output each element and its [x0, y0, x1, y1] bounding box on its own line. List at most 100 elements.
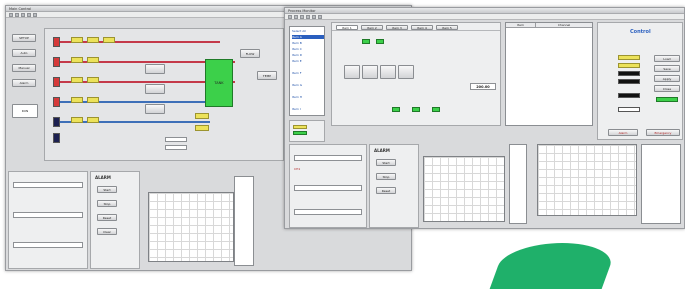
back-trend-graph[interactable]	[148, 192, 234, 262]
valve-icon[interactable]	[53, 117, 60, 127]
toolbar-icon[interactable]	[27, 12, 31, 17]
input-field[interactable]	[294, 185, 362, 191]
tab-item-5[interactable]: Item 5	[436, 25, 458, 30]
list-item[interactable]: Item I	[292, 107, 301, 111]
module-box[interactable]	[344, 65, 360, 79]
list-item[interactable]: Item B	[292, 41, 302, 45]
flow-readout	[71, 37, 83, 43]
module-box[interactable]	[145, 84, 165, 94]
toolbar-icon[interactable]	[33, 12, 37, 17]
list-item[interactable]: Select All	[292, 29, 306, 33]
load-button[interactable]: Load	[654, 55, 680, 62]
front-window: Process Monitor Select All Item A Item B…	[284, 7, 685, 229]
item-list[interactable]: Select All Item A Item B Item C Item D I…	[289, 26, 325, 116]
readout-field: 200.00	[470, 83, 496, 90]
right-data-table	[641, 144, 681, 224]
input-field[interactable]	[294, 209, 362, 215]
toolbar-icon[interactable]	[306, 14, 310, 19]
flow-readout	[87, 97, 99, 103]
temp-box[interactable]: TEMP	[257, 71, 277, 80]
save-button[interactable]: Save	[654, 65, 680, 72]
tank-icon[interactable]: TANK	[205, 59, 233, 107]
input-field[interactable]	[13, 182, 83, 188]
front-data-table	[509, 144, 527, 224]
toolbar-icon[interactable]	[300, 14, 304, 19]
status-indicator	[618, 63, 640, 68]
valve-icon[interactable]	[53, 57, 60, 67]
flow-readout	[87, 117, 99, 123]
toolbar-icon[interactable]	[318, 14, 322, 19]
front-window-title: Process Monitor	[288, 8, 316, 13]
back-bottom-left	[8, 171, 88, 269]
front-bottom-left: CH1	[289, 144, 367, 228]
list-item[interactable]: Item F	[292, 71, 302, 75]
list-item[interactable]: Item H	[292, 95, 302, 99]
emergency-button[interactable]: Emergency	[646, 129, 680, 136]
reset-button[interactable]: Reset	[376, 187, 396, 194]
alarm-title: ALARM	[374, 148, 390, 153]
toolbar-icon[interactable]	[294, 14, 298, 19]
tab-item-3[interactable]: Item 3	[386, 25, 408, 30]
alarm-button[interactable]: Alarm	[12, 79, 36, 87]
stop-button[interactable]: Stop	[97, 200, 117, 207]
module-box[interactable]	[145, 104, 165, 114]
start-button[interactable]: Start	[376, 159, 396, 166]
toolbar-icon[interactable]	[312, 14, 316, 19]
flow-readout	[71, 117, 83, 123]
flow-readout	[195, 113, 209, 119]
valve-icon[interactable]	[53, 133, 60, 143]
apply-button[interactable]: Apply	[654, 75, 680, 82]
module-box[interactable]	[145, 64, 165, 74]
status-indicator	[293, 131, 307, 135]
flow-box[interactable]: FLOW	[240, 49, 260, 58]
input-field[interactable]	[13, 242, 83, 248]
valve-icon[interactable]	[53, 77, 60, 87]
module-box[interactable]	[362, 65, 378, 79]
status-box: RUN	[12, 104, 38, 118]
toolbar-icon[interactable]	[21, 12, 25, 17]
toolbar-icon[interactable]	[288, 14, 292, 19]
reset-button[interactable]: Reset	[97, 214, 117, 221]
clear-button[interactable]: Clear	[97, 228, 117, 235]
list-item[interactable]: Item G	[292, 83, 302, 87]
channel-table: Item Channel	[505, 22, 593, 126]
valve-icon[interactable]	[53, 97, 60, 107]
value-field[interactable]	[165, 137, 187, 142]
flow-readout	[71, 97, 83, 103]
module-box[interactable]	[398, 65, 414, 79]
value-field[interactable]	[165, 145, 187, 150]
status-indicator	[656, 97, 678, 102]
tab-item-2[interactable]: Item 2	[361, 25, 383, 30]
manual-button[interactable]: Manual	[12, 64, 36, 72]
list-item[interactable]: Item A	[292, 35, 324, 39]
tab-item-4[interactable]: Item 4	[411, 25, 433, 30]
list-item[interactable]: Item C	[292, 47, 302, 51]
flow-readout	[71, 57, 83, 63]
toolbar-icon[interactable]	[9, 12, 13, 17]
pipe-line	[60, 41, 220, 43]
right-trend-graph[interactable]	[537, 144, 637, 216]
table-header: Item	[506, 23, 536, 27]
alarm-title: ALARM	[95, 175, 111, 180]
status-indicator	[618, 79, 640, 84]
toolbar-icon[interactable]	[15, 12, 19, 17]
module-box[interactable]	[380, 65, 396, 79]
setup-button[interactable]: SETUP	[12, 34, 36, 42]
front-trend-graph[interactable]	[423, 156, 505, 222]
valve-icon[interactable]	[53, 37, 60, 47]
alarm-toggle-button[interactable]: Alarm	[608, 129, 638, 136]
flow-readout	[195, 125, 209, 131]
stop-button[interactable]: Stop	[376, 173, 396, 180]
front-alarm-panel: ALARM Start Stop Reset	[369, 144, 419, 228]
input-field[interactable]	[13, 212, 83, 218]
list-item[interactable]: Item E	[292, 59, 302, 63]
close-button[interactable]: Close	[654, 85, 680, 92]
start-button[interactable]: Start	[97, 186, 117, 193]
tab-item-1[interactable]: Item 1	[336, 25, 358, 30]
flow-readout	[103, 37, 115, 43]
auto-button[interactable]: Auto	[12, 49, 36, 57]
input-field[interactable]	[294, 155, 362, 161]
tank-label: TANK	[214, 81, 224, 85]
flow-readout	[87, 37, 99, 43]
list-item[interactable]: Item D	[292, 53, 302, 57]
